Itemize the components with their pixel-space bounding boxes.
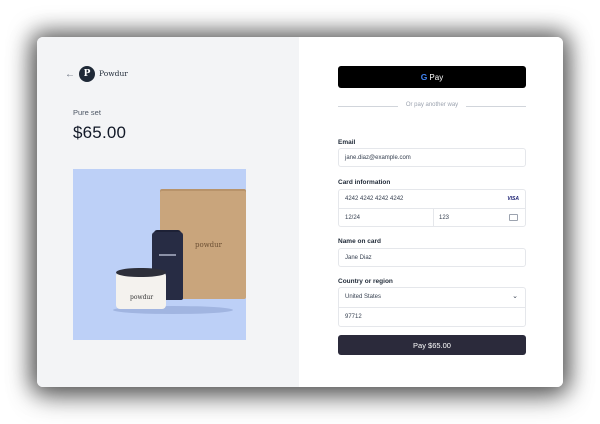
card-information-label: Card information [338,179,391,186]
card-number-field[interactable]: 4242 4242 4242 4242 [345,196,403,202]
visa-icon: VISA [507,196,519,202]
product-price: $65.00 [73,123,127,142]
payment-panel: G Pay Or pay another way Email jane.diaz… [299,37,563,387]
product-image: powdur powdur [73,169,246,340]
name-on-card-label: Name on card [338,238,381,245]
country-region-group: United States ⌄ 97712 [338,287,526,327]
country-divider [339,307,525,308]
product-jar [116,272,166,309]
jar-logo: powdur [130,294,154,301]
email-field[interactable]: jane.diaz@example.com [338,148,526,167]
brand-logo: P [79,66,95,82]
country-select[interactable]: United States [345,294,381,300]
tube-label-mark [159,254,176,256]
google-pay-button[interactable]: G Pay [338,66,526,88]
box-logo: powdur [195,241,223,249]
email-label: Email [338,139,356,146]
order-summary-panel: ← P Powdur Pure set $65.00 powdur powdur [37,37,299,387]
pay-button[interactable]: Pay $65.00 [338,335,526,355]
divider-text: Or pay another way [405,102,459,108]
card-divider [339,208,525,209]
jar-lid [116,268,166,277]
card-information-group: 4242 4242 4242 4242 VISA 12/24 123 [338,189,526,227]
card-cvc-field[interactable]: 123 [439,215,449,221]
chevron-down-icon[interactable]: ⌄ [512,292,518,300]
country-region-label: Country or region [338,278,393,285]
card-divider-vertical [433,208,434,226]
card-expiry-field[interactable]: 12/24 [345,215,360,221]
google-g-icon: G [420,72,428,82]
product-name: Pure set [73,108,101,117]
cvc-card-icon [509,214,518,221]
divider-line-right [466,106,526,107]
checkout-window: ← P Powdur Pure set $65.00 powdur powdur… [37,37,563,387]
zip-field[interactable]: 97712 [345,314,362,320]
name-on-card-field[interactable]: Jane Diaz [338,248,526,267]
back-arrow-icon[interactable]: ← [65,69,75,80]
divider: Or pay another way [338,101,526,111]
google-pay-label: Pay [429,72,444,82]
brand-name: Powdur [99,69,128,78]
